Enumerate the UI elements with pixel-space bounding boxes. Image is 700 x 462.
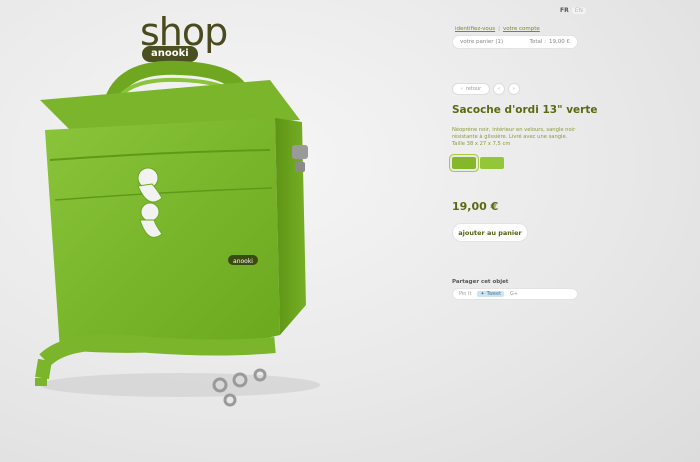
back-button[interactable]: ‹ retour <box>452 83 490 95</box>
chevron-left-icon: ‹ <box>498 86 500 92</box>
tweet-button[interactable]: ✦ Tweet <box>477 291 505 297</box>
lang-fr[interactable]: FR <box>560 7 569 14</box>
product-title: Sacoche d'ordi 13" verte <box>452 104 598 116</box>
cart-total-label: Total : <box>529 39 546 45</box>
swatch-green-selected[interactable] <box>450 155 478 171</box>
share-label: Partager cet objet <box>452 279 509 285</box>
share-bar: Pin it ✦ Tweet G+ <box>452 288 578 300</box>
product-price: 19,00 € <box>452 200 499 213</box>
gplus-button[interactable]: G+ <box>510 291 518 297</box>
site-logo[interactable]: shop anooki <box>140 12 228 62</box>
swatch-light-green[interactable] <box>480 157 504 169</box>
account-links: identifiez-vous | votre compte <box>455 26 540 32</box>
product-nav: ‹ retour ‹ › <box>452 83 520 95</box>
lang-en[interactable]: EN <box>571 7 586 14</box>
chevron-left-icon: ‹ <box>460 86 463 92</box>
chevron-right-icon: › <box>513 86 515 92</box>
twitter-icon: ✦ <box>480 291 485 297</box>
back-label: retour <box>465 86 482 92</box>
color-swatches <box>450 155 504 171</box>
login-link[interactable]: identifiez-vous <box>455 26 495 32</box>
product-description: Néoprène noir, intérieur en velours, san… <box>452 127 576 147</box>
add-to-cart-button[interactable]: ajouter au panier <box>452 223 528 242</box>
bag-logo-text: anooki <box>233 258 253 265</box>
tweet-label: Tweet <box>486 291 502 297</box>
product-image: anooki <box>35 60 320 407</box>
pinterest-button[interactable]: Pin it <box>459 291 471 297</box>
prev-product-button[interactable]: ‹ <box>493 83 505 95</box>
next-product-button[interactable]: › <box>508 83 520 95</box>
link-separator: | <box>498 26 500 32</box>
cart-label: votre panier (1) <box>460 39 504 45</box>
language-switch[interactable]: FR EN <box>560 7 586 14</box>
contact-link[interactable]: votre compte <box>503 26 540 32</box>
cart-summary[interactable]: votre panier (1) Total : 19,00 € <box>452 35 578 49</box>
cart-total-value: 19,00 € <box>549 39 570 45</box>
